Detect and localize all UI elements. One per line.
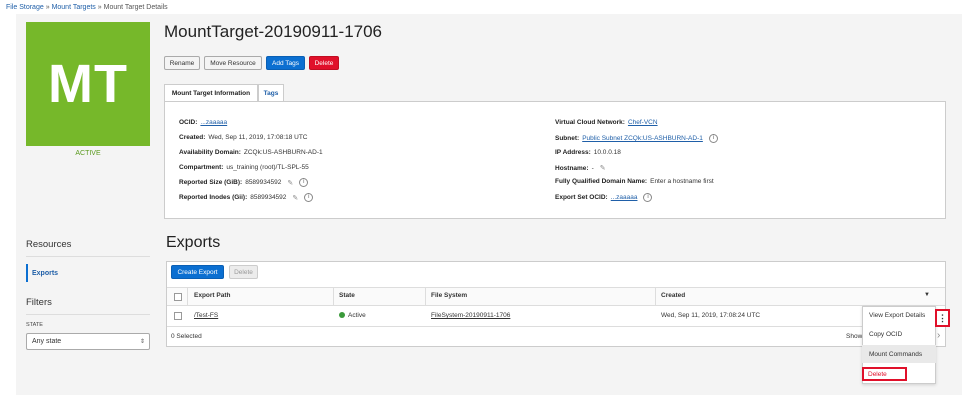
menu-item-mount-commands[interactable]: Mount Commands (862, 345, 936, 363)
compartment-label: Compartment: (179, 164, 224, 171)
select-all-checkbox[interactable] (174, 293, 182, 301)
pencil-icon[interactable]: ✎ (600, 164, 606, 172)
column-header-file-system[interactable]: File System (431, 292, 467, 299)
ip-address-label: IP Address: (555, 149, 591, 156)
sidebar-item-exports[interactable]: Exports (26, 264, 150, 282)
ocid-value[interactable]: ...zaaaaa (200, 119, 227, 126)
kebab-menu-icon[interactable]: ⋮ (935, 309, 950, 327)
created-label: Created: (179, 134, 206, 141)
chevron-right-icon[interactable]: › (937, 330, 940, 341)
ip-address-row: IP Address: 10.0.0.18 (555, 149, 621, 156)
compartment-row: Compartment: us_training (root)/TL-SPL-5… (179, 164, 309, 171)
exports-title: Exports (166, 234, 221, 251)
page-title: MountTarget-20190911-1706 (164, 22, 383, 41)
state-select[interactable]: Any state ⇕ (26, 333, 150, 350)
availability-domain-value: ZCQk:US-ASHBURN-AD-1 (243, 149, 323, 156)
breadcrumb-current: Mount Target Details (103, 4, 168, 11)
column-divider (333, 288, 334, 306)
breadcrumb-separator: » (97, 4, 102, 11)
breadcrumb-mount-targets[interactable]: Mount Targets (52, 4, 96, 11)
vcn-row: Virtual Cloud Network: Chef-VCN (555, 119, 658, 126)
info-icon[interactable]: i (304, 193, 314, 202)
logo-initials: MT (48, 54, 128, 114)
create-export-button[interactable]: Create Export (171, 265, 224, 279)
ip-address-value: 10.0.0.18 (593, 149, 621, 156)
breadcrumb-file-storage[interactable]: File Storage (6, 4, 44, 11)
hostname-label: Hostname: (555, 164, 589, 172)
export-path-link[interactable]: /Test-FS (194, 312, 218, 319)
pencil-icon[interactable]: ✎ (292, 194, 298, 202)
info-icon[interactable]: i (643, 193, 653, 202)
rename-button[interactable]: Rename (164, 56, 200, 70)
subnet-row: Subnet: Public Subnet ZCQk:US-ASHBURN-AD… (555, 134, 718, 143)
tab-tags[interactable]: Tags (258, 84, 284, 101)
column-header-export-path[interactable]: Export Path (194, 292, 230, 299)
state-select-value: Any state (32, 338, 62, 345)
export-set-label: Export Set OCID: (555, 194, 608, 201)
fqdn-label: Fully Qualified Domain Name: (555, 178, 648, 185)
export-created: Wed, Sep 11, 2019, 17:08:24 UTC (661, 312, 761, 319)
availability-domain-label: Availability Domain: (179, 149, 241, 156)
status-label: ACTIVE (75, 150, 101, 157)
column-header-state[interactable]: State (339, 292, 355, 299)
subnet-link[interactable]: Public Subnet ZCQk:US-ASHBURN-AD-1 (582, 135, 703, 142)
delete-export-button[interactable]: Delete (229, 265, 258, 279)
column-divider (425, 288, 426, 306)
availability-domain-row: Availability Domain: ZCQk:US-ASHBURN-AD-… (179, 149, 323, 156)
column-divider (187, 288, 188, 306)
compartment-value: us_training (root)/TL-SPL-55 (226, 164, 309, 171)
export-state-label: Active (348, 312, 366, 319)
reported-size-label: Reported Size (GiB): (179, 179, 243, 186)
reported-size-value: 8589934592 (245, 179, 282, 186)
table-header (167, 287, 945, 306)
reported-inodes-row: Reported Inodes (Gii): 8589934592 ✎ i (179, 193, 314, 202)
move-resource-button[interactable]: Move Resource (204, 56, 262, 70)
resources-title: Resources (26, 239, 72, 250)
reported-size-row: Reported Size (GiB): 8589934592 ✎ i (179, 178, 309, 187)
fqdn-value: Enter a hostname first (650, 178, 714, 185)
subnet-label: Subnet: (555, 135, 580, 142)
export-state: Active (339, 312, 366, 319)
reported-inodes-value: 8589934592 (250, 194, 287, 201)
info-icon[interactable]: i (299, 178, 309, 187)
row-checkbox[interactable] (174, 312, 182, 320)
file-system-link[interactable]: FileSystem-20190911-1706 (431, 312, 510, 319)
created-value: Wed, Sep 11, 2019, 17:08:18 UTC (208, 134, 308, 141)
delete-button[interactable]: Delete (309, 56, 339, 70)
ocid-row: OCID: ...zaaaaa (179, 119, 227, 126)
vcn-label: Virtual Cloud Network: (555, 119, 625, 126)
export-set-value[interactable]: ...zaaaaa (611, 194, 638, 201)
menu-item-copy-ocid[interactable]: Copy OCID (862, 325, 936, 343)
divider (167, 326, 945, 327)
selected-count: 0 Selected (171, 333, 202, 340)
column-header-created[interactable]: Created (661, 292, 685, 299)
tab-mount-target-information[interactable]: Mount Target Information (164, 84, 258, 101)
divider (26, 314, 150, 315)
active-status-dot (339, 312, 345, 319)
filters-title: Filters (26, 297, 52, 308)
info-icon[interactable]: i (708, 134, 718, 143)
export-set-row: Export Set OCID: ...zaaaaa i (555, 193, 653, 202)
menu-item-delete[interactable]: Delete (862, 367, 907, 381)
sort-caret-icon[interactable]: ▼ (924, 292, 930, 298)
hostname-row: Hostname: - ✎ (555, 164, 606, 173)
vcn-link[interactable]: Chef-VCN (628, 119, 658, 126)
column-divider (655, 288, 656, 306)
breadcrumb: File Storage » Mount Targets » Mount Tar… (6, 4, 168, 11)
hostname-value: - (591, 164, 594, 172)
created-row: Created: Wed, Sep 11, 2019, 17:08:18 UTC (179, 134, 308, 141)
show-label: Show (846, 333, 863, 340)
breadcrumb-separator: » (45, 4, 50, 11)
ocid-label: OCID: (179, 119, 198, 126)
reported-inodes-label: Reported Inodes (Gii): (179, 194, 248, 201)
menu-item-view-export-details[interactable]: View Export Details (862, 306, 936, 324)
fqdn-row: Fully Qualified Domain Name: Enter a hos… (555, 178, 714, 185)
mount-target-logo: MT (26, 22, 150, 146)
pencil-icon[interactable]: ✎ (287, 179, 293, 187)
updown-arrows-icon: ⇕ (139, 339, 145, 345)
divider (26, 256, 150, 257)
add-tags-button[interactable]: Add Tags (266, 56, 305, 70)
state-filter-label: STATE (26, 322, 43, 328)
